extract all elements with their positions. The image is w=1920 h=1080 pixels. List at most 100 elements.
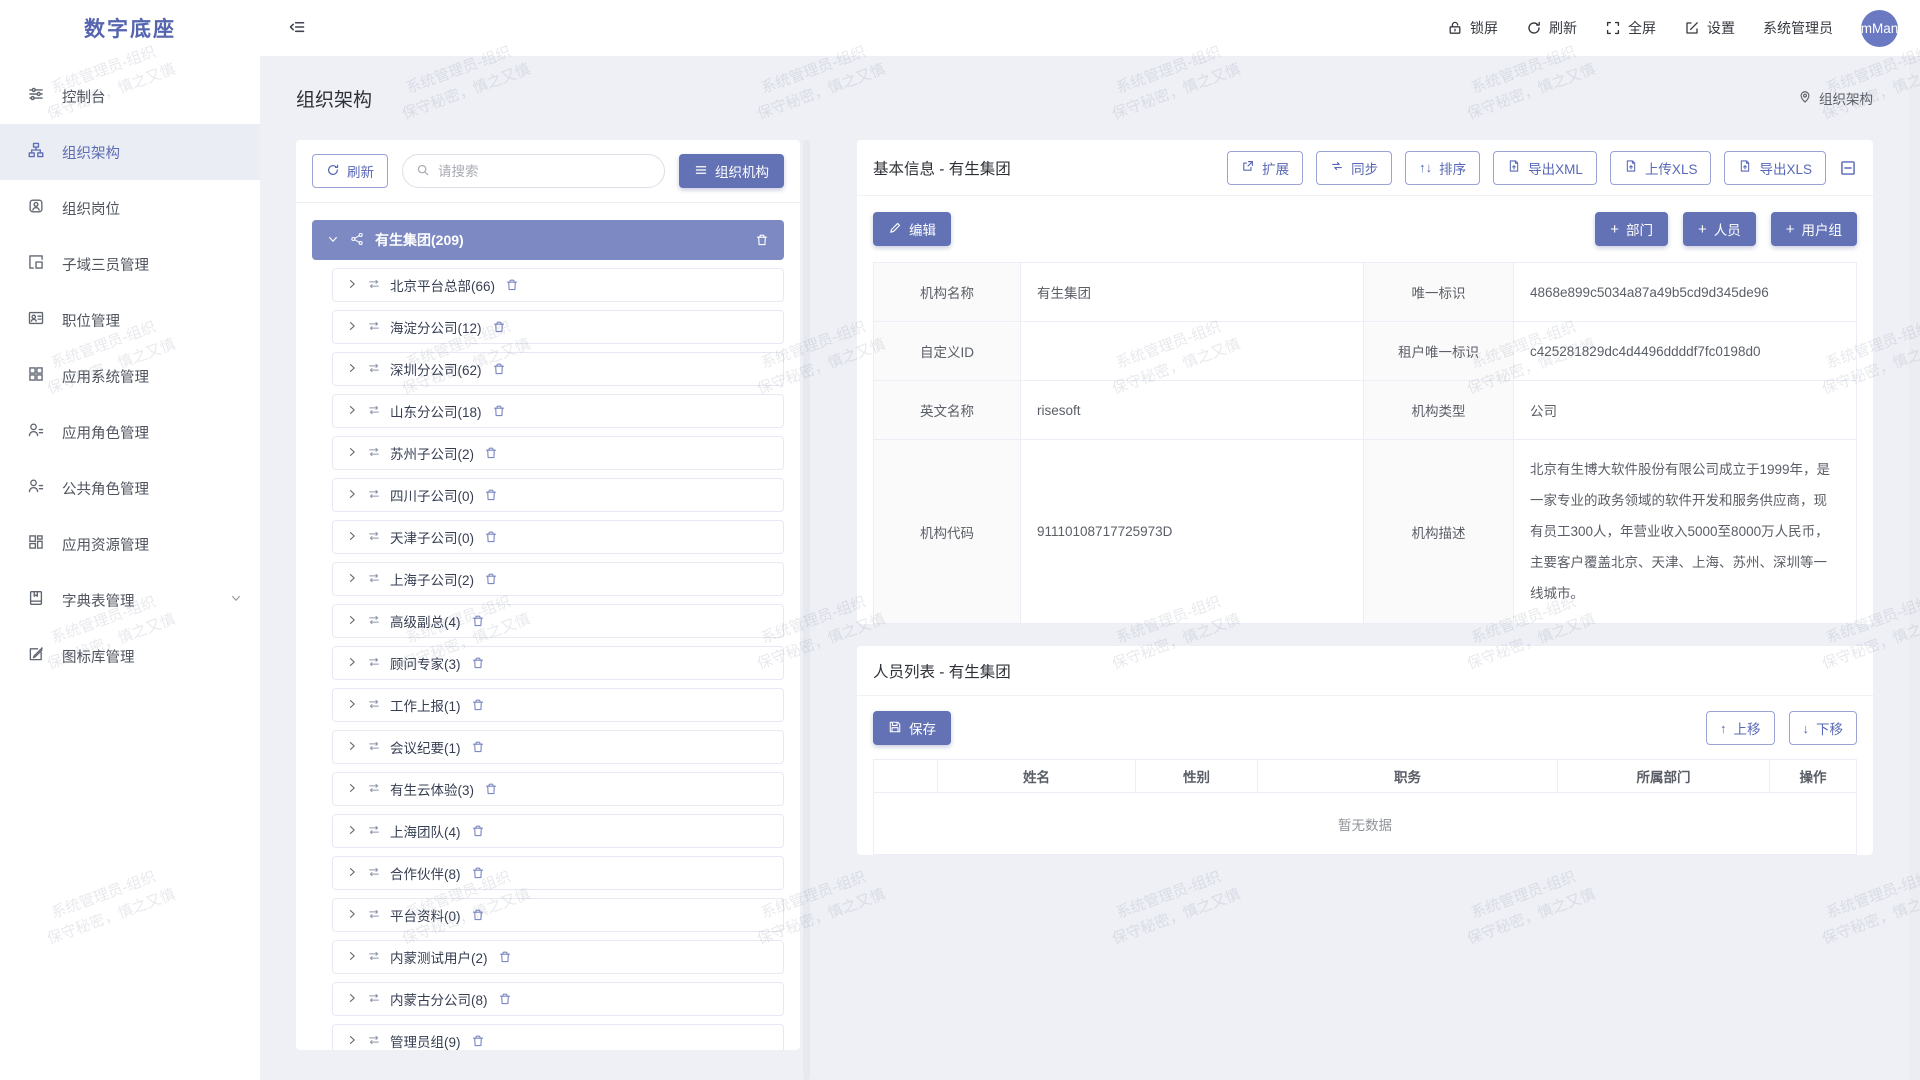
tree-node[interactable]: 管理员组(9) bbox=[332, 1024, 784, 1050]
tree-node[interactable]: 苏州子公司(2) bbox=[332, 436, 784, 470]
delete-icon[interactable] bbox=[471, 908, 485, 922]
delete-icon[interactable] bbox=[484, 530, 498, 544]
delete-icon[interactable] bbox=[471, 698, 485, 712]
sidebar-item-org-structure[interactable]: 组织架构 bbox=[0, 124, 260, 180]
lock-screen-button[interactable]: 锁屏 bbox=[1447, 18, 1498, 38]
share-icon bbox=[350, 232, 364, 249]
file-export-icon bbox=[1738, 159, 1752, 176]
tree-node[interactable]: 内蒙古分公司(8) bbox=[332, 982, 784, 1016]
chevron-right-icon bbox=[346, 362, 358, 377]
tree-node[interactable]: 有生云体验(3) bbox=[332, 772, 784, 806]
tree-node[interactable]: 四川子公司(0) bbox=[332, 478, 784, 512]
tree-node[interactable]: 高级副总(4) bbox=[332, 604, 784, 638]
tree-refresh-button[interactable]: 刷新 bbox=[312, 154, 388, 188]
tree-node[interactable]: 会议纪要(1) bbox=[332, 730, 784, 764]
chevron-right-icon bbox=[346, 572, 358, 587]
person-table: 姓名 性别 职务 所属部门 操作 暂无数据 bbox=[873, 759, 1857, 855]
delete-icon[interactable] bbox=[484, 488, 498, 502]
tree-node[interactable]: 工作上报(1) bbox=[332, 688, 784, 722]
move-up-button[interactable]: ↑上移 bbox=[1706, 711, 1775, 745]
fullscreen-button[interactable]: 全屏 bbox=[1605, 18, 1656, 38]
delete-icon[interactable] bbox=[492, 362, 506, 376]
move-down-button[interactable]: ↓下移 bbox=[1789, 711, 1858, 745]
tree-node-label: 管理员组(9) bbox=[390, 1031, 461, 1050]
sidebar-item-app-resource[interactable]: 应用资源管理 bbox=[0, 516, 260, 572]
edit-button[interactable]: 编辑 bbox=[873, 212, 951, 246]
tree-node[interactable]: 上海子公司(2) bbox=[332, 562, 784, 596]
settings-button[interactable]: 设置 bbox=[1684, 18, 1735, 38]
add-person-button[interactable]: +人员 bbox=[1683, 212, 1756, 246]
tree-node-label: 北京平台总部(66) bbox=[390, 275, 495, 295]
tree-node-label: 天津子公司(0) bbox=[390, 527, 474, 547]
delete-icon[interactable] bbox=[498, 992, 512, 1006]
save-button[interactable]: 保存 bbox=[873, 711, 951, 745]
delete-icon[interactable] bbox=[484, 446, 498, 460]
sidebar-item-app-role[interactable]: 应用角色管理 bbox=[0, 404, 260, 460]
pencil-icon bbox=[888, 221, 902, 238]
panel-scrollbar[interactable] bbox=[803, 140, 810, 1080]
location-icon bbox=[1798, 90, 1812, 107]
tree-node[interactable]: 天津子公司(0) bbox=[332, 520, 784, 554]
org-structure-switch-button[interactable]: 组织机构 bbox=[679, 154, 784, 188]
sidebar-item-dictionary[interactable]: 字典表管理 bbox=[0, 572, 260, 628]
delete-icon[interactable] bbox=[505, 278, 519, 292]
sidebar-item-app-system[interactable]: 应用系统管理 bbox=[0, 348, 260, 404]
expand-button[interactable]: 扩展 bbox=[1227, 151, 1303, 185]
upload-xls-button[interactable]: 上传XLS bbox=[1610, 151, 1712, 185]
tree-search-box[interactable] bbox=[402, 154, 665, 188]
sidebar-item-position-mgmt[interactable]: 职位管理 bbox=[0, 292, 260, 348]
sidebar-item-public-role[interactable]: 公共角色管理 bbox=[0, 460, 260, 516]
chevron-right-icon bbox=[346, 866, 358, 881]
add-user-group-button[interactable]: +用户组 bbox=[1771, 212, 1857, 246]
delete-icon[interactable] bbox=[498, 950, 512, 964]
avatar[interactable]: mMan bbox=[1861, 10, 1898, 47]
tree-node[interactable]: 北京平台总部(66) bbox=[332, 268, 784, 302]
refresh-icon bbox=[1526, 20, 1542, 36]
tree-root-node[interactable]: 有生集团(209) bbox=[312, 220, 784, 260]
chevron-right-icon bbox=[346, 488, 358, 503]
tree-node[interactable]: 上海团队(4) bbox=[332, 814, 784, 848]
add-department-button[interactable]: +部门 bbox=[1595, 212, 1668, 246]
tree-node-label: 苏州子公司(2) bbox=[390, 443, 474, 463]
tree-node[interactable]: 顾问专家(3) bbox=[332, 646, 784, 680]
tree-node[interactable]: 海淀分公司(12) bbox=[332, 310, 784, 344]
collapse-panel-icon[interactable] bbox=[1839, 159, 1857, 177]
current-user[interactable]: 系统管理员 bbox=[1763, 18, 1833, 38]
delete-icon[interactable] bbox=[471, 1034, 485, 1048]
search-input[interactable] bbox=[438, 164, 651, 179]
delete-icon[interactable] bbox=[492, 404, 506, 418]
export-xml-button[interactable]: 导出XML bbox=[1493, 151, 1597, 185]
sidebar-item-icon-library[interactable]: 图标库管理 bbox=[0, 628, 260, 684]
sidebar-item-console[interactable]: 控制台 bbox=[0, 68, 260, 124]
delete-icon[interactable] bbox=[484, 782, 498, 796]
sidebar-collapse-button[interactable] bbox=[288, 18, 306, 39]
delete-icon[interactable] bbox=[471, 824, 485, 838]
delete-icon[interactable] bbox=[492, 320, 506, 334]
refresh-button[interactable]: 刷新 bbox=[1526, 18, 1577, 38]
tree-node[interactable]: 内蒙测试用户(2) bbox=[332, 940, 784, 974]
department-icon bbox=[368, 530, 380, 545]
department-icon bbox=[368, 278, 380, 293]
tree-node[interactable]: 深圳分公司(62) bbox=[332, 352, 784, 386]
delete-icon[interactable] bbox=[471, 866, 485, 880]
column-header bbox=[874, 760, 938, 793]
delete-icon[interactable] bbox=[471, 614, 485, 628]
file-upload-icon bbox=[1624, 159, 1638, 176]
tree-node[interactable]: 平台资料(0) bbox=[332, 898, 784, 932]
field-label: 机构名称 bbox=[874, 263, 1021, 322]
delete-icon[interactable] bbox=[484, 572, 498, 586]
tree-node-label: 内蒙测试用户(2) bbox=[390, 947, 488, 967]
tree-node[interactable]: 合作伙伴(8) bbox=[332, 856, 784, 890]
delete-icon[interactable] bbox=[471, 740, 485, 754]
export-xls-button[interactable]: 导出XLS bbox=[1724, 151, 1826, 185]
sort-button[interactable]: ↑↓排序 bbox=[1405, 151, 1480, 185]
delete-icon[interactable] bbox=[471, 656, 485, 670]
badge-user-icon bbox=[27, 197, 45, 219]
page-scrollbar[interactable] bbox=[1909, 56, 1920, 1080]
chevron-down-icon bbox=[327, 232, 339, 248]
sidebar-item-org-post[interactable]: 组织岗位 bbox=[0, 180, 260, 236]
delete-icon[interactable] bbox=[755, 233, 769, 247]
sidebar-item-subdomain-admin[interactable]: 子域三员管理 bbox=[0, 236, 260, 292]
sync-button[interactable]: 同步 bbox=[1316, 151, 1392, 185]
tree-node[interactable]: 山东分公司(18) bbox=[332, 394, 784, 428]
